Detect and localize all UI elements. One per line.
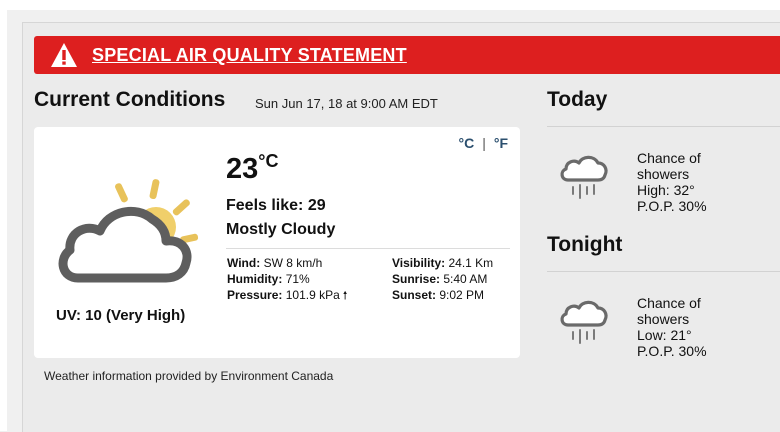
details-divider [226, 248, 510, 249]
humidity-value: 71% [285, 272, 310, 286]
condition-text: Mostly Cloudy [226, 221, 336, 238]
details-left-column: Wind: SW 8 km/h Humidity: 71% Pressure: … [227, 255, 348, 304]
wind-row: Wind: SW 8 km/h [227, 255, 348, 271]
pressure-value: 101.9 kPa [285, 288, 340, 302]
feels-like: Feels like: 29 [226, 197, 326, 214]
today-divider [547, 126, 780, 127]
tonight-line-1: Chance of [637, 295, 701, 311]
tonight-title: Tonight [547, 233, 623, 256]
observation-timestamp: Sun Jun 17, 18 at 9:00 AM EDT [255, 96, 438, 111]
current-temperature: 23°C [226, 151, 279, 186]
left-strip [0, 0, 7, 431]
today-pop: P.O.P. 30% [637, 198, 707, 214]
humidity-label: Humidity: [227, 272, 283, 286]
celsius-toggle[interactable]: °C [458, 135, 474, 151]
current-conditions-card: °C | °F UV: 10 (Very High) 23°C Feels like… [34, 127, 520, 358]
fahrenheit-toggle[interactable]: °F [494, 135, 508, 151]
today-line-2: showers [637, 166, 690, 182]
sunset-row: Sunset: 9:02 PM [392, 287, 493, 303]
today-forecast-text: Chance of showers High: 32° P.O.P. 30% [637, 150, 707, 214]
sunrise-row: Sunrise: 5:40 AM [392, 271, 493, 287]
today-title: Today [547, 88, 608, 111]
sunrise-value: 5:40 AM [443, 272, 488, 286]
tonight-low: Low: 21° [637, 327, 692, 343]
humidity-row: Humidity: 71% [227, 271, 348, 287]
tonight-pop: P.O.P. 30% [637, 343, 707, 359]
pressure-label: Pressure: [227, 288, 283, 302]
today-line-1: Chance of [637, 150, 701, 166]
sunset-value: 9:02 PM [439, 288, 485, 302]
unit-separator: | [482, 135, 486, 151]
top-strip [0, 0, 780, 10]
sunrise-label: Sunrise: [392, 272, 441, 286]
current-conditions-title: Current Conditions [34, 88, 226, 111]
today-high: High: 32° [637, 182, 695, 198]
wind-value: SW 8 km/h [263, 256, 323, 270]
warning-triangle-icon [51, 43, 77, 67]
temperature-value: 23 [226, 153, 259, 185]
tonight-divider [547, 271, 780, 272]
details-right-column: Visibility: 24.1 Km Sunrise: 5:40 AM Sun… [392, 255, 493, 303]
wind-label: Wind: [227, 256, 261, 270]
pressure-row: Pressure: 101.9 kPa 🠕 [227, 287, 348, 304]
visibility-label: Visibility: [392, 256, 446, 270]
air-quality-alert-banner[interactable]: SPECIAL AIR QUALITY STATEMENT [34, 36, 780, 74]
visibility-value: 24.1 Km [448, 256, 494, 270]
sunset-label: Sunset: [392, 288, 437, 302]
uv-index: UV: 10 (Very High) [56, 307, 186, 324]
visibility-row: Visibility: 24.1 Km [392, 255, 493, 271]
data-source-note: Weather information provided by Environm… [44, 369, 334, 383]
tonight-line-2: showers [637, 311, 690, 327]
rising-arrow-icon: 🠕 [342, 290, 348, 302]
rain-cloud-icon [560, 155, 608, 199]
temperature-unit: °C [258, 151, 279, 171]
sun-behind-cloud-icon [58, 179, 199, 283]
unit-toggle: °C | °F [456, 135, 510, 151]
alert-link[interactable]: SPECIAL AIR QUALITY STATEMENT [92, 45, 407, 66]
tonight-forecast-text: Chance of showers Low: 21° P.O.P. 30% [637, 295, 707, 359]
rain-cloud-icon [560, 300, 608, 344]
